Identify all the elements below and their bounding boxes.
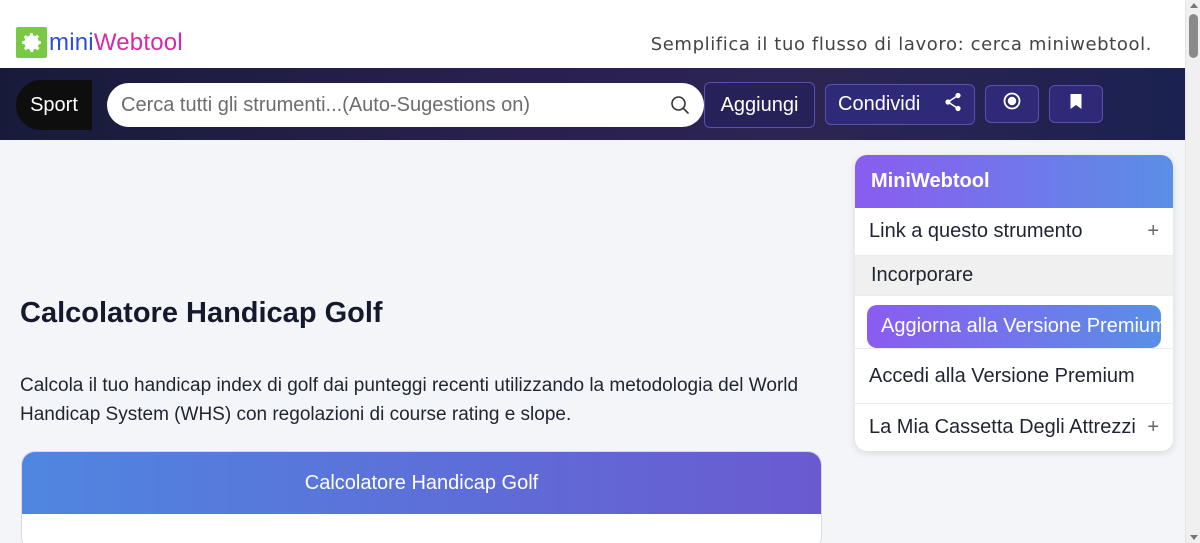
login-premium-item[interactable]: Accedi alla Versione Premium (855, 349, 1173, 404)
scroll-down-icon[interactable] (1190, 535, 1198, 540)
record-icon (1003, 92, 1021, 116)
search-box (107, 83, 704, 127)
side-panel: MiniWebtool Link a questo strumento + In… (855, 155, 1173, 451)
expand-plus-icon[interactable]: + (1147, 416, 1159, 439)
share-button-label: Condividi (838, 93, 921, 115)
side-panel-title: MiniWebtool (855, 155, 1173, 208)
record-button[interactable] (985, 85, 1039, 123)
my-toolbox-label: La Mia Cassetta Degli Attrezzi (869, 416, 1136, 438)
category-button[interactable]: Sport (16, 80, 92, 130)
add-button[interactable]: Aggiungi (704, 82, 815, 128)
page-title: Calcolatore Handicap Golf (20, 297, 383, 329)
search-input[interactable] (121, 83, 661, 127)
logo-mini-text: mini (49, 28, 94, 56)
page-scrollbar[interactable] (1185, 0, 1200, 543)
link-to-tool-item[interactable]: Link a questo strumento + (855, 208, 1173, 256)
logo-text: miniWebtool (49, 29, 183, 57)
calculator-card: Calcolatore Handicap Golf (21, 451, 822, 543)
embed-item[interactable]: Incorporare (855, 256, 1173, 296)
logo-webtool-text: Webtool (93, 28, 183, 56)
calculator-card-title: Calcolatore Handicap Golf (22, 452, 821, 514)
site-logo[interactable]: miniWebtool (16, 27, 183, 58)
bookmark-button[interactable] (1049, 85, 1103, 123)
page-description: Calcola il tuo handicap index di golf da… (20, 375, 799, 425)
upgrade-premium-wrap: Aggiorna alla Versione Premium (855, 296, 1173, 349)
login-premium-label: Accedi alla Versione Premium (869, 364, 1135, 387)
my-toolbox-item[interactable]: La Mia Cassetta Degli Attrezzi + (855, 404, 1173, 451)
scroll-up-icon[interactable] (1190, 3, 1198, 8)
scroll-thumb[interactable] (1189, 14, 1198, 58)
embed-label: Incorporare (871, 264, 974, 286)
link-to-tool-label: Link a questo strumento (869, 220, 1083, 242)
gear-icon (16, 27, 47, 58)
expand-plus-icon[interactable]: + (1147, 220, 1159, 243)
upgrade-premium-button[interactable]: Aggiorna alla Versione Premium (867, 305, 1161, 348)
nav-bar: Sport Aggiungi Condividi (0, 68, 1185, 140)
share-icon (944, 92, 962, 118)
search-icon[interactable] (670, 95, 690, 115)
share-button[interactable]: Condividi (825, 84, 975, 125)
bookmark-icon (1069, 93, 1083, 116)
site-header: miniWebtool Semplifica il tuo flusso di … (0, 0, 1185, 68)
tagline: Semplifica il tuo flusso di lavoro: cerc… (650, 34, 1152, 55)
